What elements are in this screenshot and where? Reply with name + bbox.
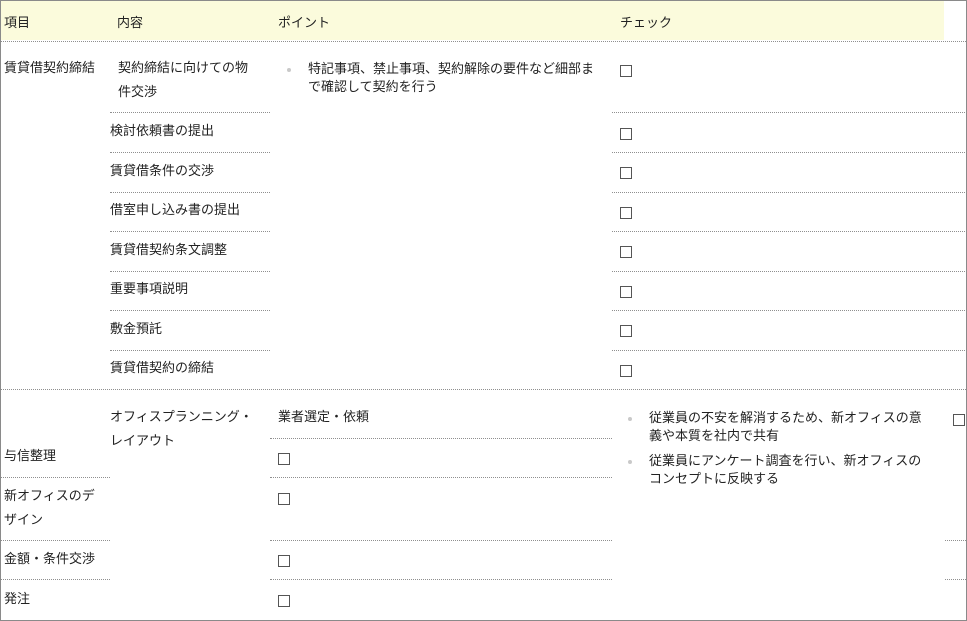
section-item-contract: 賃貸借契約締結: [4, 61, 96, 76]
content-negotiation-line1: 契約締結に向けての物: [118, 61, 249, 76]
row-divider: [945, 579, 966, 580]
row-divider: [110, 231, 270, 232]
row-divider: [110, 152, 270, 153]
bullet-icon: [628, 417, 632, 421]
row-divider: [270, 540, 612, 541]
header-divider: [1, 41, 966, 42]
header-point: ポイント: [278, 16, 331, 31]
content-row: 借室申し込み書の提出: [110, 203, 241, 218]
point-text-line1: 従業員の不安を解消するため、新オフィスの意: [649, 411, 922, 426]
point-text-line2: 義や本質を社内で共有: [649, 429, 780, 444]
row-divider: [612, 192, 965, 193]
check-checkbox[interactable]: [620, 246, 632, 258]
content-row: 重要事項説明: [110, 282, 189, 297]
content-row-line1: 新オフィスのデ: [4, 489, 95, 504]
row-divider: [110, 112, 270, 113]
bullet-icon: [287, 68, 291, 72]
row-divider: [110, 271, 270, 272]
content-row: 発注: [4, 592, 31, 607]
row-divider: [612, 310, 965, 311]
content-row: 業者選定・依頼: [278, 410, 370, 425]
check-checkbox[interactable]: [620, 128, 632, 140]
row-divider: [612, 271, 965, 272]
bullet-icon: [628, 460, 632, 464]
row-divider: [270, 579, 612, 580]
point-text-line2: で確認して契約を行う: [308, 80, 438, 95]
content-row: 敷金預託: [110, 322, 163, 337]
check-checkbox[interactable]: [620, 65, 632, 77]
section-divider: [1, 389, 966, 390]
content-row: 検討依頼書の提出: [110, 124, 215, 139]
point-text-line1: 特記事項、禁止事項、契約解除の要件など細部ま: [308, 62, 595, 77]
row-divider: [110, 310, 270, 311]
header-check: チェック: [620, 16, 673, 31]
check-checkbox[interactable]: [620, 286, 632, 298]
row-divider: [612, 152, 965, 153]
content-row: 金額・条件交渉: [4, 552, 96, 567]
row-divider: [1, 579, 110, 580]
check-checkbox[interactable]: [278, 595, 290, 607]
row-divider: [110, 350, 270, 351]
point-text-line2: コンセプトに反映する: [649, 472, 780, 487]
point-text-line1: 従業員にアンケート調査を行い、新オフィスの: [649, 454, 922, 469]
row-divider: [945, 540, 966, 541]
content-row: 賃貸借条件の交渉: [110, 164, 215, 179]
check-checkbox[interactable]: [278, 555, 290, 567]
row-divider: [270, 477, 612, 478]
row-divider: [612, 231, 965, 232]
row-divider: [270, 438, 612, 439]
check-checkbox[interactable]: [953, 414, 965, 426]
row-divider: [110, 192, 270, 193]
content-row: 与信整理: [4, 449, 57, 464]
content-row-line2: ザイン: [4, 513, 44, 528]
section-item-office-planning-line1: オフィスプランニング・: [110, 410, 253, 425]
row-divider: [612, 112, 965, 113]
header-item: 項目: [4, 16, 31, 31]
check-checkbox[interactable]: [620, 325, 632, 337]
content-row: 賃貸借契約の締結: [110, 361, 215, 376]
section-item-office-planning-line2: レイアウト: [110, 434, 176, 449]
check-checkbox[interactable]: [620, 365, 632, 377]
check-checkbox[interactable]: [620, 167, 632, 179]
content-negotiation-line2: 件交渉: [118, 85, 158, 100]
row-divider: [1, 477, 110, 478]
content-row: 賃貸借契約条文調整: [110, 243, 228, 258]
check-checkbox[interactable]: [278, 453, 290, 465]
check-checkbox[interactable]: [278, 493, 290, 505]
header-content: 内容: [117, 16, 144, 31]
row-divider: [612, 350, 965, 351]
row-divider: [1, 540, 110, 541]
check-checkbox[interactable]: [620, 207, 632, 219]
